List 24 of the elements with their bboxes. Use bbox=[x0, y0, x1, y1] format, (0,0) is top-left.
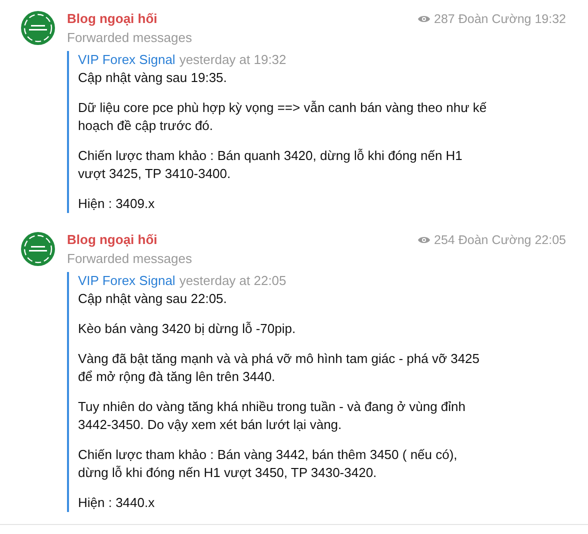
message-meta: 287 Đoàn Cường 19:32 bbox=[434, 11, 566, 28]
message-paragraph: Vàng đã bật tăng mạnh và và phá vỡ mô hình tam giác - phá vỡ 3425 để mở rộng đà tăng lên trên 3440. bbox=[78, 350, 480, 386]
forward-source[interactable]: VIP Forex Signal bbox=[78, 272, 176, 290]
message-paragraph: Dữ liệu core pce phù hợp kỳ vọng ==> vẫn canh bán vàng theo như kế hoạch đề cập trước đó. bbox=[78, 98, 487, 135]
sender-name[interactable]: Blog ngoại hối bbox=[67, 10, 158, 28]
forward-time: yesterday at 22:05 bbox=[179, 272, 286, 290]
eye-icon bbox=[418, 15, 430, 24]
message-paragraph: Chiến lược tham khảo : Bán vàng 3442, bán thêm 3450 ( nếu có), dừng lỗ khi đóng nến H1 vượt 3450, TP 3430-3420. bbox=[78, 446, 458, 482]
message-paragraph: Kèo bán vàng 3420 bị dừng lỗ -70pip. bbox=[78, 320, 296, 338]
forwarded-label: Forwarded messages bbox=[67, 28, 193, 47]
forward-source[interactable]: VIP Forex Signal bbox=[78, 50, 176, 69]
forward-time: yesterday at 19:32 bbox=[179, 50, 286, 69]
sender-name[interactable]: Blog ngoại hối bbox=[67, 231, 158, 250]
message-paragraph: Chiến lược tham khảo : Bán quanh 3420, dừng lỗ khi đóng nến H1 vượt 3425, TP 3410-3400. bbox=[78, 146, 462, 183]
eye-icon bbox=[418, 236, 430, 244]
logo-icon bbox=[20, 10, 56, 46]
message-paragraph: Hiện : 3440.x bbox=[78, 494, 155, 512]
message-paragraph: Cập nhật vàng sau 22:05. bbox=[78, 290, 227, 308]
message-meta: 254 Đoàn Cường 22:05 bbox=[434, 232, 566, 249]
message-paragraph: Cập nhật vàng sau 19:35. bbox=[78, 68, 227, 87]
message-paragraph: Tuy nhiên do vàng tăng khá nhiều trong tuần - và đang ở vùng đỉnh 3442-3450. Do vậy xem xét bán lướt lại vàng. bbox=[78, 398, 466, 434]
forwarded-label: Forwarded messages bbox=[67, 250, 193, 268]
message-paragraph: Hiện : 3409.x bbox=[78, 194, 155, 213]
logo-icon bbox=[20, 230, 56, 267]
